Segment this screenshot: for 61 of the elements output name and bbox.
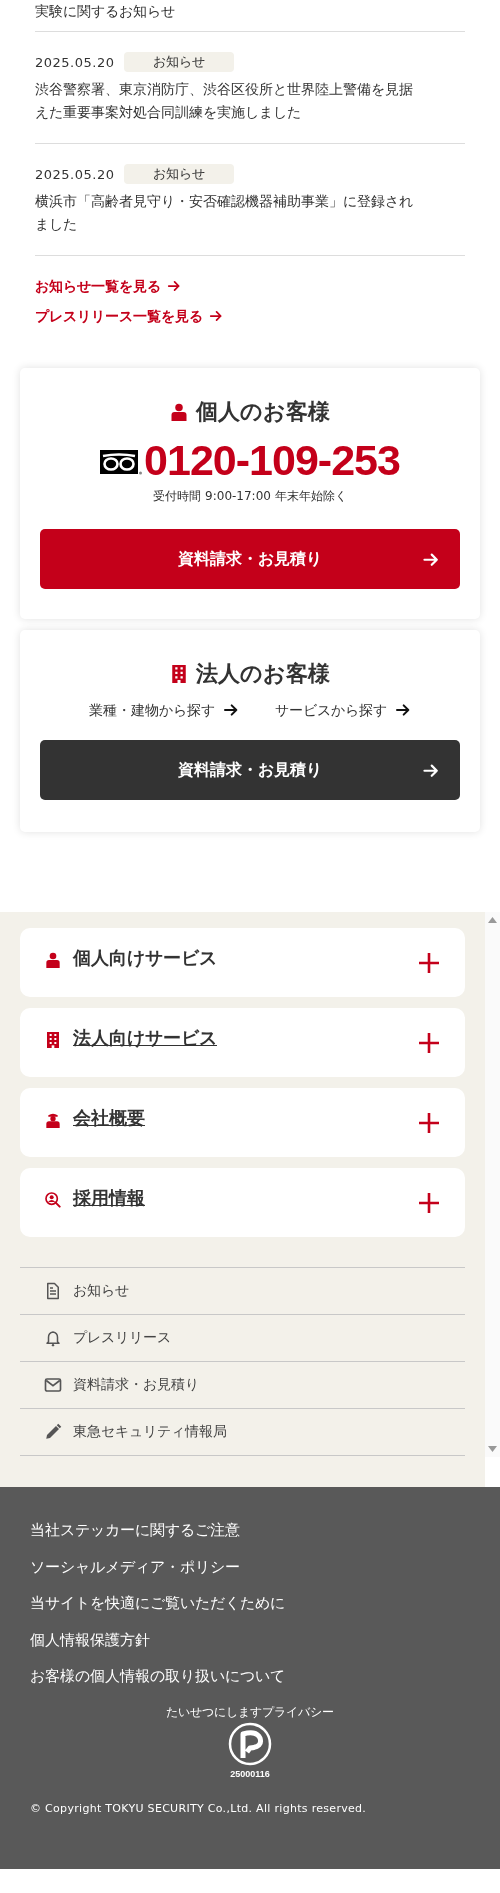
scroll-down-icon[interactable] [488,1446,497,1452]
scrollbar[interactable] [485,912,500,1457]
news-title[interactable]: 実験に関するお知らせ [35,0,175,23]
privacy-mark-icon [228,1721,272,1766]
footer-link[interactable]: 個人情報保護方針 [30,1628,150,1651]
accordion-label[interactable]: 採用情報 [73,1185,418,1210]
arrow-icon[interactable] [422,551,440,567]
document-icon [44,1282,62,1300]
free-dial-icon [100,450,143,476]
footer-link[interactable]: ソーシャルメディア・ポリシー [30,1555,240,1578]
accordion-label[interactable]: 法人向けサービス [73,1025,418,1050]
request-button[interactable]: 資料請求・お見積り [40,740,460,800]
accordion-item[interactable]: 個人向けサービス [20,928,465,997]
list-link[interactable]: お知らせ一覧を見る [35,276,181,296]
mark-caption: たいせつにしますプライバシー [166,1703,334,1720]
arrow-icon[interactable] [167,279,181,293]
news-date: 2025.05.20 [35,54,115,70]
news-title[interactable]: 渋谷警察署、東京消防庁、渋谷区役所と世界陸上警備を見据えた重要事案対処合同訓練を実施しました [35,78,415,124]
business-hours: 受付時間 9:00-17:00 年末年始除く [153,488,347,505]
accordion-label[interactable]: 個人向けサービス [73,945,418,970]
category-tag: お知らせ [124,164,235,184]
nav-link[interactable]: プレスリリース [73,1329,171,1347]
accordion-item[interactable]: 法人向けサービス [20,1008,465,1077]
search-link[interactable]: サービスから探す [275,700,411,720]
person-icon [170,401,188,423]
person-icon [45,950,61,969]
accordion-label[interactable]: 会社概要 [73,1105,418,1130]
news-date: 2025.05.20 [35,166,115,182]
search-link[interactable]: 業種・建物から探す [89,700,239,720]
request-button[interactable]: 資料請求・お見積り [40,529,460,589]
nav-link[interactable]: 資料請求・お見積り [73,1376,199,1394]
news-title[interactable]: 横浜市「高齢者見守り・安否確認機器補助事業」に登録されました [35,190,415,236]
bell-icon [44,1329,62,1347]
building-icon [45,1030,61,1049]
card-title: 法人のお客様 [196,660,330,688]
mail-icon [44,1376,62,1394]
person-search-icon [45,1190,61,1209]
plus-icon[interactable] [418,1111,440,1134]
accordion-item[interactable]: 会社概要 [20,1088,465,1157]
plus-icon[interactable] [418,1191,440,1214]
phone-number[interactable]: 0120-109-253 [144,436,400,484]
category-tag: お知らせ [124,52,235,72]
scroll-up-icon[interactable] [488,917,497,923]
building-icon [170,663,188,685]
pencil-icon [44,1423,62,1441]
nav-link[interactable]: 東急セキュリティ情報局 [73,1423,227,1441]
registration-number: 25000116 [230,1767,270,1780]
plus-icon[interactable] [418,951,440,974]
arrow-icon[interactable] [223,702,239,718]
arrow-icon[interactable] [422,762,440,778]
plus-icon[interactable] [418,1031,440,1054]
card-title: 個人のお客様 [196,398,330,426]
copyright: © Copyright TOKYU SECURITY Co.,Ltd. All rights reserved. [30,1801,368,1815]
footer-link[interactable]: 当サイトを快適にご覧いただくために [30,1592,285,1615]
footer-link[interactable]: お客様の個人情報の取り扱いについて [30,1665,285,1688]
arrow-icon[interactable] [209,309,223,323]
nav-link[interactable]: お知らせ [73,1282,129,1300]
arrow-icon[interactable] [395,702,411,718]
list-link[interactable]: プレスリリース一覧を見る [35,306,223,326]
footer-link[interactable]: 当社ステッカーに関するご注意 [30,1519,240,1541]
accordion-item[interactable]: 採用情報 [20,1168,465,1237]
